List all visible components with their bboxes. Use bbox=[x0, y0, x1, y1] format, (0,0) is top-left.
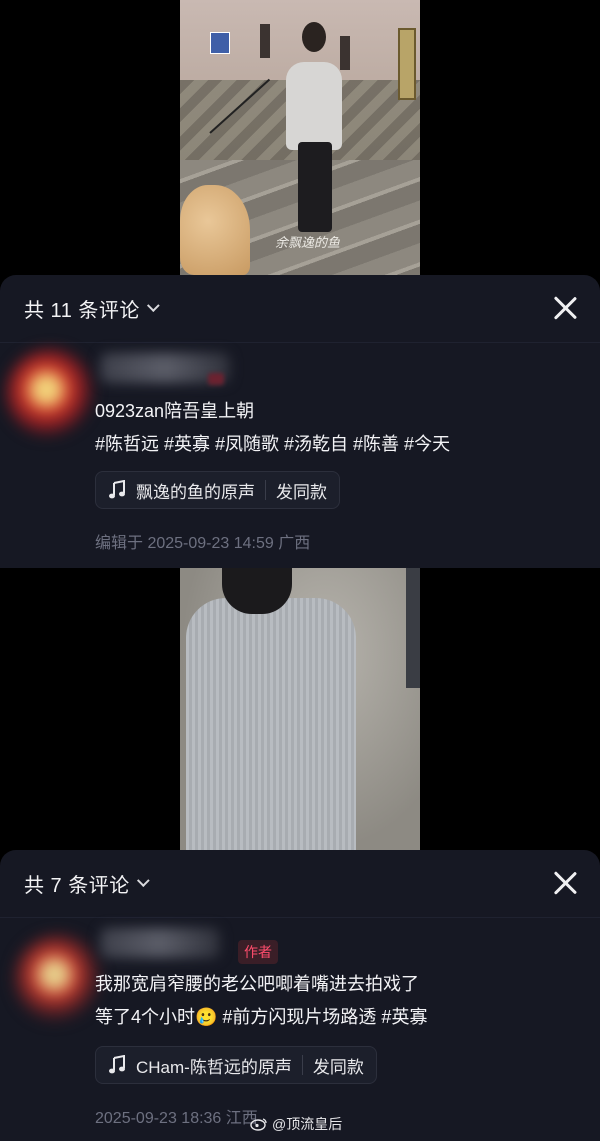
comment-text: 我那宽肩窄腰的老公吧唧着嘴进去拍戏了 等了4个小时🥲 #前方闪现片场路透 #英寡 bbox=[95, 968, 427, 1034]
video-thumbnail-bottom[interactable] bbox=[180, 568, 420, 850]
weibo-watermark: @顶流皇后 bbox=[250, 1114, 342, 1134]
comment-line: 0923zan陪吾皇上朝 bbox=[95, 401, 255, 421]
divider bbox=[301, 1055, 303, 1075]
comment-text: 0923zan陪吾皇上朝 #陈哲远 #英寡 #凤随歌 #汤乾自 #陈善 #今天 bbox=[95, 395, 450, 461]
divider bbox=[265, 480, 266, 500]
chevron-down-icon[interactable] bbox=[136, 874, 150, 888]
person-shirt bbox=[286, 62, 342, 150]
user-badge-blurred bbox=[208, 373, 224, 385]
wall-window bbox=[260, 24, 270, 58]
comment-panel-header: 共 11 条评论 bbox=[0, 275, 600, 343]
watermark-text: @顶流皇后 bbox=[272, 1116, 343, 1132]
music-label: CHam-陈哲远的原声 bbox=[136, 1057, 292, 1077]
comment-panel-1: 共 11 条评论 0923zan陪吾皇上朝 #陈哲远 #英寡 #凤随歌 #汤乾自… bbox=[0, 275, 600, 568]
comment-meta: 编辑于 2025-09-23 14:59 广西 bbox=[95, 535, 311, 552]
doorway bbox=[398, 28, 416, 100]
use-sound-button[interactable]: 发同款 bbox=[313, 1053, 364, 1078]
music-note-icon bbox=[109, 480, 125, 499]
robe-figure bbox=[186, 598, 356, 850]
comment-meta: 2025-09-23 18:36 江西 bbox=[95, 1110, 258, 1127]
music-chip[interactable]: 飘逸的鱼的原声 发同款 bbox=[95, 471, 340, 509]
close-icon[interactable] bbox=[552, 870, 578, 896]
close-icon[interactable] bbox=[552, 295, 578, 321]
use-sound-button[interactable]: 发同款 bbox=[276, 478, 327, 503]
avatar[interactable] bbox=[14, 934, 104, 1024]
video-thumbnail-top[interactable]: 余飘逸的鱼 bbox=[180, 0, 420, 275]
comment-item: 作者 我那宽肩窄腰的老公吧唧着嘴进去拍戏了 等了4个小时🥲 #前方闪现片场路透 … bbox=[0, 918, 600, 1141]
comment-hashtags[interactable]: #陈哲远 #英寡 #凤随歌 #汤乾自 #陈善 #今天 bbox=[95, 428, 450, 461]
person-head bbox=[302, 22, 326, 52]
comment-line: 我那宽肩窄腰的老公吧唧着嘴进去拍戏了 bbox=[95, 974, 419, 994]
music-chip[interactable]: CHam-陈哲远的原声 发同款 bbox=[95, 1046, 377, 1084]
handwritten-watermark: 余飘逸的鱼 bbox=[275, 236, 341, 251]
chevron-down-icon[interactable] bbox=[146, 299, 160, 313]
person-pants bbox=[298, 142, 332, 232]
wall-sign bbox=[210, 32, 230, 54]
wall-window bbox=[340, 36, 350, 70]
author-badge: 作者 bbox=[238, 940, 278, 964]
music-note-icon bbox=[109, 1055, 125, 1074]
side-figure bbox=[406, 568, 420, 688]
comment-panel-header: 共 7 条评论 bbox=[0, 850, 600, 918]
dog bbox=[180, 185, 250, 275]
comment-count-title[interactable]: 共 7 条评论 bbox=[24, 869, 130, 898]
comment-hashtags[interactable]: 等了4个小时🥲 #前方闪现片场路透 #英寡 bbox=[95, 1001, 427, 1034]
username-blurred[interactable] bbox=[100, 928, 220, 958]
avatar[interactable] bbox=[6, 349, 96, 439]
comment-count-title[interactable]: 共 11 条评论 bbox=[24, 294, 140, 323]
comment-item: 0923zan陪吾皇上朝 #陈哲远 #英寡 #凤随歌 #汤乾自 #陈善 #今天 … bbox=[0, 343, 600, 568]
music-label: 飘逸的鱼的原声 bbox=[136, 482, 255, 502]
comment-panel-2: 共 7 条评论 作者 我那宽肩窄腰的老公吧唧着嘴进去拍戏了 等了4个小时🥲 #前… bbox=[0, 850, 600, 1141]
weibo-icon bbox=[250, 1118, 267, 1131]
